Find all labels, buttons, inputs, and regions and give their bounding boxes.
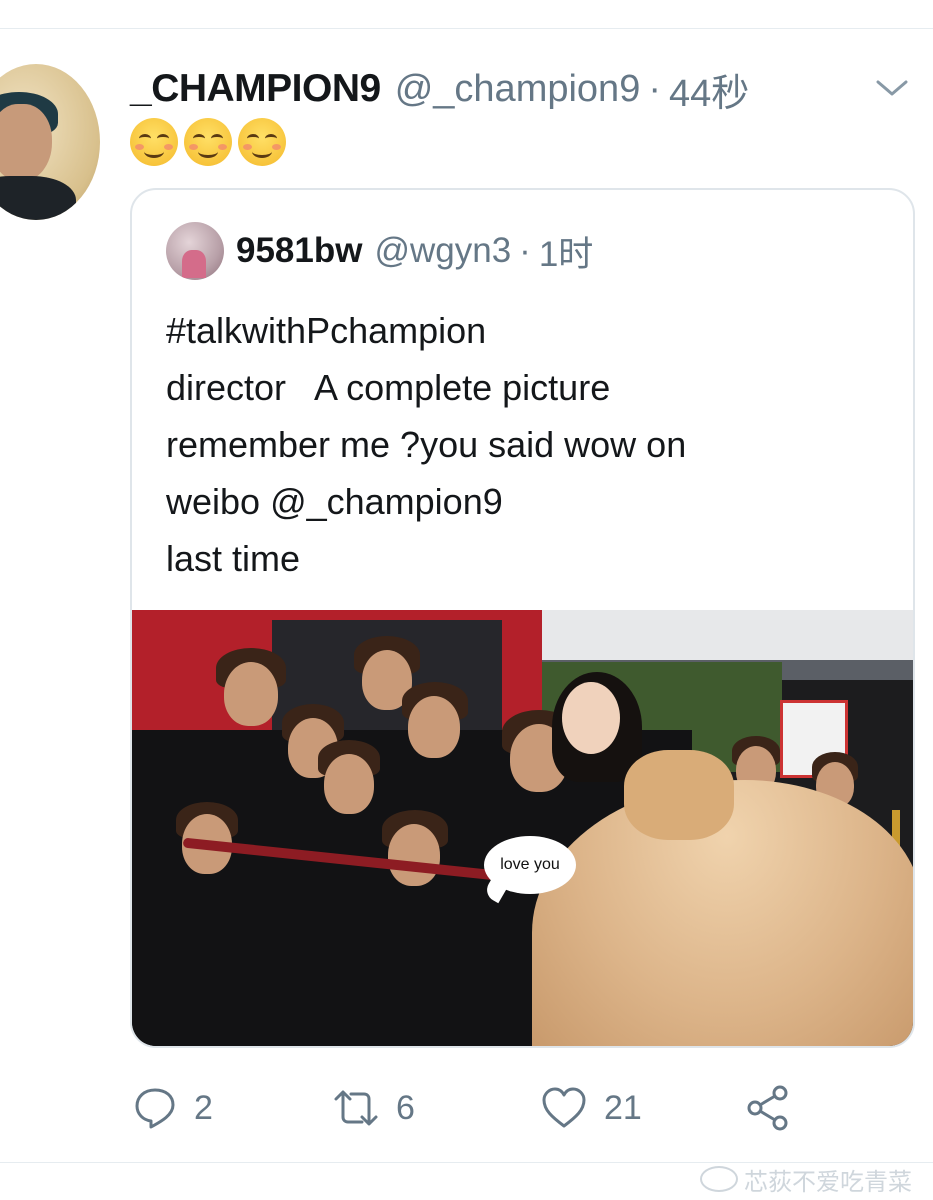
heart-icon [542, 1087, 586, 1128]
tweet-header: _CHAMPION9 @_champion9 · 44秒 [130, 62, 749, 117]
quoted-text-line: last time [166, 538, 301, 579]
share-button[interactable] [744, 1078, 792, 1138]
quoted-tweet-text: #talkwithPchampion director A complete p… [166, 302, 886, 587]
reply-count: 2 [194, 1088, 213, 1127]
reply-icon [135, 1088, 175, 1129]
quoted-text-line-hashtag[interactable]: #talkwithPchampion [166, 302, 886, 359]
quoted-text-line: director A complete picture [166, 367, 611, 408]
retweet-icon [334, 1090, 378, 1126]
chevron-down-icon[interactable] [872, 70, 912, 106]
quoted-header-separator: · [519, 231, 531, 270]
smiling-face-emoji [238, 118, 286, 166]
tweet-screen: _CHAMPION9 @_champion9 · 44秒 9581bw @wgy… [0, 0, 933, 1200]
speech-bubble-text: love you [500, 856, 560, 873]
quoted-author-handle[interactable]: @wgyn3 [374, 231, 511, 271]
reply-button[interactable]: 2 [132, 1078, 213, 1138]
smiling-face-emoji [130, 118, 178, 166]
like-count: 21 [604, 1088, 642, 1127]
quoted-text-line: remember me ?you said wow on [166, 424, 687, 465]
watermark-text: 芯荻不爱吃青菜 [744, 1168, 912, 1196]
smiling-face-emoji [184, 118, 232, 166]
author-handle[interactable]: @_champion9 [395, 68, 641, 111]
top-divider [0, 28, 933, 29]
quoted-tweet-header: 9581bw @wgyn3 · 1时 [236, 228, 593, 274]
quoted-text-line: weibo @_champion9 [166, 481, 503, 522]
tweet-timestamp[interactable]: 44秒 [669, 62, 749, 117]
tweet-text [130, 118, 286, 166]
retweet-button[interactable]: 6 [332, 1078, 415, 1138]
watermark: 芯荻不爱吃青菜 [700, 1162, 912, 1196]
author-avatar[interactable] [0, 64, 100, 220]
speech-bubble: love you [484, 836, 576, 894]
author-display-name[interactable]: _CHAMPION9 [130, 67, 381, 111]
quoted-author-avatar[interactable] [166, 222, 224, 280]
header-separator: · [648, 67, 661, 110]
retweet-count: 6 [396, 1088, 415, 1127]
quoted-tweet-photo[interactable]: love you [132, 610, 913, 1046]
tweet-actions: 2 6 21 [130, 1078, 830, 1138]
quoted-tweet-timestamp[interactable]: 1时 [539, 226, 593, 277]
weibo-logo-icon [700, 1166, 738, 1192]
share-icon [747, 1085, 788, 1131]
like-button[interactable]: 21 [540, 1078, 642, 1138]
quoted-author-display-name[interactable]: 9581bw [236, 231, 362, 271]
quoted-tweet-card[interactable]: 9581bw @wgyn3 · 1时 #talkwithPchampion di… [130, 188, 915, 1048]
